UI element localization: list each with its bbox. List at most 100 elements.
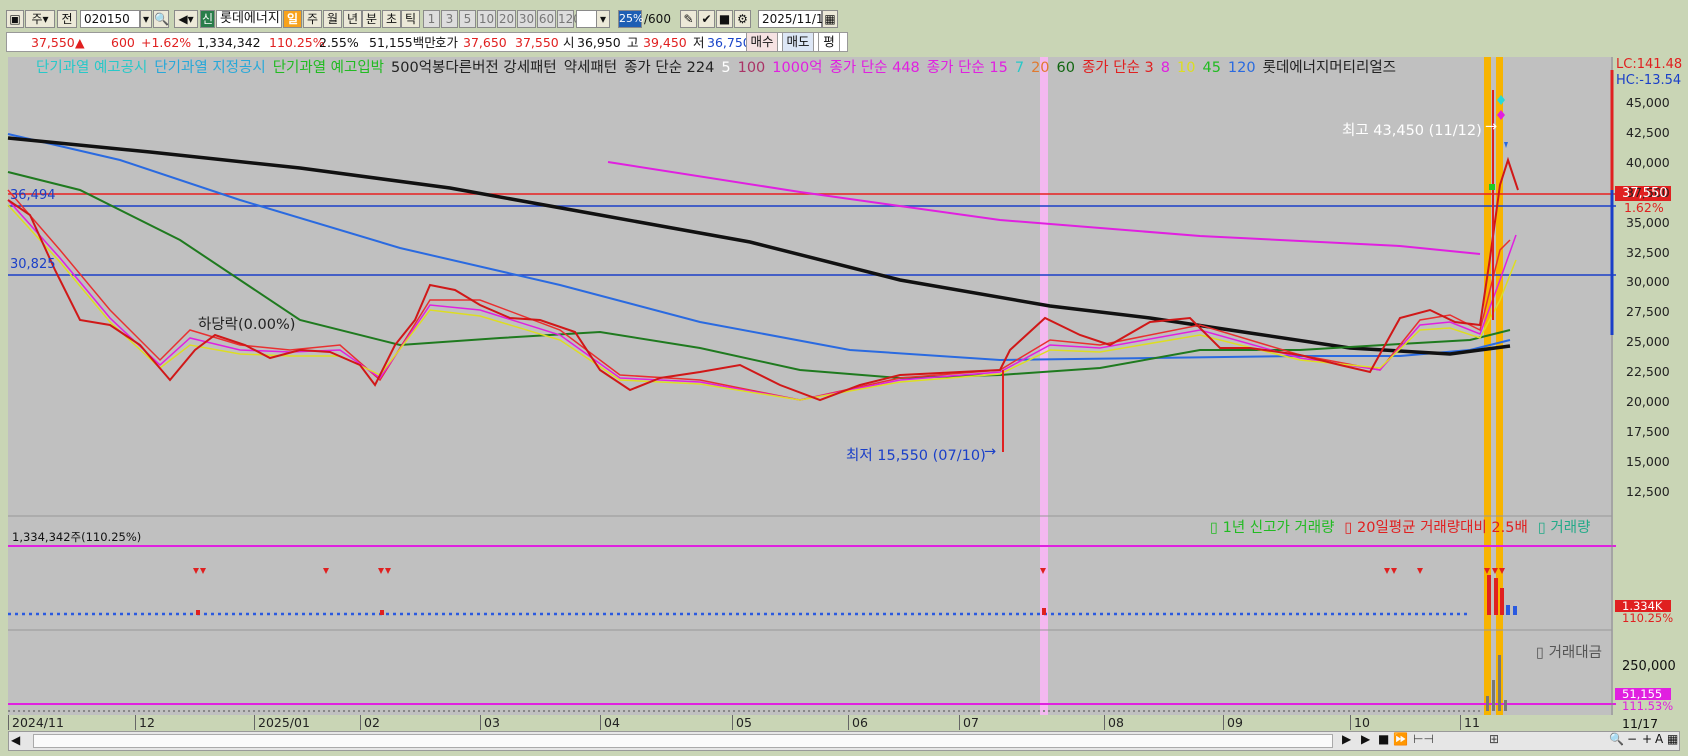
grid-icon[interactable]: ▦ [1667, 732, 1678, 746]
price-tick: 20,000 [1626, 394, 1670, 409]
legend-item: 10 [1177, 60, 1196, 76]
amount-last-pct: 111.53% [1622, 699, 1674, 713]
play-icon[interactable]: ▶ [1361, 732, 1370, 746]
legend-item: 종가 단순 3 [1081, 60, 1154, 76]
legend-item: 7 [1014, 60, 1025, 76]
vertical-highlight-pink [1040, 57, 1048, 715]
x-axis-label: 02 [360, 715, 380, 730]
low-annotation: 최저 15,550 (07/10) [846, 448, 986, 464]
x-axis-label: 11 [1460, 715, 1480, 730]
price-tick: 35,000 [1626, 214, 1670, 230]
legend-item: 100 [737, 60, 766, 76]
legend-item: 단기과열 지정공시 [154, 60, 266, 76]
vertical-highlight-gold-2 [1496, 57, 1503, 715]
legend-item: 종가 단순 15 [926, 60, 1008, 76]
x-axis-label: 06 [848, 715, 868, 730]
fast-forward-icon[interactable]: ⏩ [1393, 732, 1408, 746]
scroll-thumb[interactable] [33, 734, 1333, 748]
price-tick: 40,000 [1626, 154, 1670, 170]
amount-bar-4 [1504, 700, 1507, 711]
font-icon[interactable]: A [1655, 732, 1663, 746]
x-axis-label: 12 [135, 715, 155, 730]
legend-item: 단기과열 예고공시 [36, 60, 148, 76]
legend-item: 종가 단순 448 [829, 60, 920, 76]
price-tick: 22,500 [1626, 364, 1670, 380]
amount-bar-1 [1486, 696, 1489, 711]
volume-legend: ▯ 1년 신고가 거래량 ▯ 20일평균 거래량대비 2.5배 ▯ 거래량 [1210, 516, 1600, 537]
legend-item: 종가 단순 224 [624, 60, 715, 76]
x-axis-label: 03 [480, 715, 500, 730]
volume-bar-6 [1042, 608, 1046, 615]
price-tick: 15,000 [1626, 453, 1670, 469]
amount-tick: 250,000 [1622, 659, 1676, 674]
legend-item: 약세패턴 [563, 60, 618, 76]
level-label-1: 36,494 [10, 188, 56, 203]
zoom-icon[interactable]: 🔍 [1609, 732, 1624, 746]
x-axis-end: 11/17 [1622, 716, 1659, 731]
high-annotation: 최고 43,450 (11/12) [1342, 123, 1482, 139]
scrollbar[interactable]: ◀ ▶ ▶ ■ ⏩ ⊢⊣ ⊞ 🔍 − + A ▦ [8, 731, 1680, 751]
legend-item: 1000억 [772, 60, 823, 76]
current-price-label: 37,550 [1622, 186, 1668, 201]
stop-icon[interactable]: ■ [1378, 732, 1389, 746]
zoom-out-icon[interactable]: − [1627, 732, 1637, 746]
x-axis-label: 2024/11 [8, 715, 64, 730]
volume-legend-item: ▯ 1년 신고가 거래량 [1210, 520, 1335, 536]
low-arrow-icon: → [984, 444, 997, 460]
current-pct-label: 1.62% [1624, 200, 1664, 215]
hc-label: HC:-13.54 [1616, 73, 1682, 88]
x-axis-label: 2025/01 [254, 715, 310, 730]
price-tick: 45,000 [1626, 95, 1670, 110]
legend-item: 20 [1031, 60, 1050, 76]
volume-bar-1 [1487, 575, 1491, 615]
legend-item: 5 [721, 60, 731, 76]
price-tick: 27,500 [1626, 304, 1670, 320]
table-icon[interactable]: ⊞ [1489, 732, 1499, 746]
level-label-2: 30,825 [10, 257, 56, 272]
x-axis-label: 04 [600, 715, 620, 730]
high-arrow-icon: → [1485, 119, 1498, 135]
legend-item: 8 [1160, 60, 1171, 76]
price-tick: 30,000 [1626, 274, 1670, 290]
volume-bar-3 [1500, 588, 1504, 615]
chart-svg [7, 57, 1688, 715]
volume-bar-4 [1506, 605, 1510, 615]
x-axis-label: 10 [1350, 715, 1370, 730]
legend-item: 120 [1227, 60, 1256, 76]
limit-down-annotation: 하당락(0.00%) [198, 317, 296, 333]
legend-item: 단기과열 예고입박 [272, 60, 385, 76]
scroll-left-icon[interactable]: ◀ [11, 733, 20, 747]
price-tick: 32,500 [1626, 244, 1670, 260]
marker-green-square [1489, 184, 1495, 190]
volume-bar-2 [1494, 578, 1498, 615]
volume-bar-7 [196, 610, 200, 615]
price-tick: 12,500 [1626, 483, 1670, 499]
x-axis-label: 05 [732, 715, 752, 730]
zoom-in-icon[interactable]: + [1642, 732, 1652, 746]
range-tool-icon[interactable]: ⊢⊣ [1413, 732, 1434, 746]
chart-background [8, 57, 1616, 715]
legend-item: 60 [1056, 60, 1075, 76]
amount-legend: ▯ 거래대금 [1536, 645, 1602, 661]
legend-item: 45 [1202, 60, 1221, 76]
price-tick: 42,500 [1626, 124, 1670, 140]
legend-item: 500억봉다른버전 강세패턴 [391, 60, 557, 76]
volume-legend-item: ▯ 거래량 [1537, 520, 1591, 536]
lc-label: LC:141.48 [1616, 57, 1683, 72]
amount-bar-2 [1492, 680, 1495, 711]
vertical-highlight-gold-1 [1484, 57, 1491, 715]
legend-item: 롯데에너지머티리얼즈 [1262, 60, 1397, 76]
scroll-right-icon[interactable]: ▶ [1342, 732, 1351, 746]
volume-last-pct: 110.25% [1622, 611, 1674, 625]
x-axis-label: 09 [1223, 715, 1243, 730]
price-tick: 17,500 [1626, 423, 1670, 439]
price-tick: 25,000 [1626, 334, 1670, 350]
volume-bar-8 [380, 610, 384, 615]
amount-legend-label: 거래대금 [1548, 645, 1602, 661]
x-axis-label: 07 [959, 715, 979, 730]
indicator-legend: 단기과열 예고공시 단기과열 지정공시 단기과열 예고입박 500억봉다른버전 강세패… [36, 56, 1403, 77]
volume-bar-5 [1513, 606, 1517, 615]
amount-bar-3 [1498, 655, 1501, 711]
volume-legend-item: ▯ 20일평균 거래량대비 2.5배 [1344, 520, 1528, 536]
volume-header: 1,334,342주(110.25%) [12, 530, 142, 544]
